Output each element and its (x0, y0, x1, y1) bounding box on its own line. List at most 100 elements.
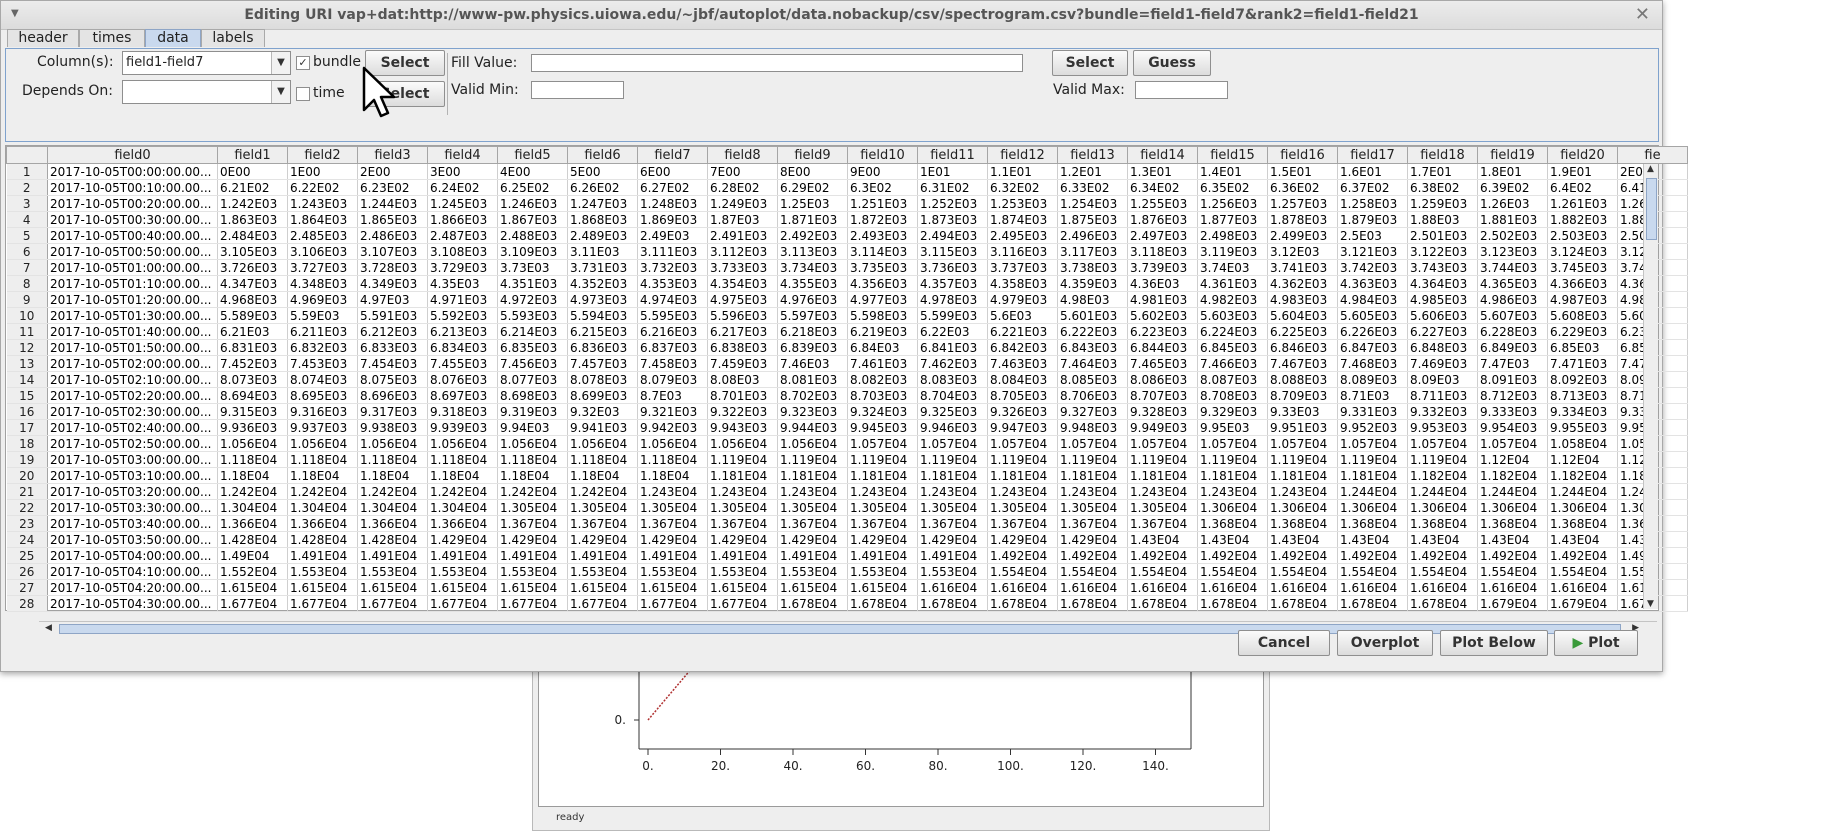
table-cell[interactable]: 1.554E04 (987, 563, 1058, 580)
table-cell[interactable]: 2.496E03 (1057, 227, 1128, 244)
table-row[interactable]: 14 2017-10-05T02:10:00.00... 8.073E03 8.074… (6, 371, 1688, 388)
table-cell[interactable]: 1.367E04 (707, 515, 778, 532)
table-cell[interactable]: 9.955E03 (1547, 419, 1618, 436)
table-cell[interactable]: 1.182E04 (1477, 467, 1548, 484)
table-cell[interactable]: 1.368E04 (1267, 515, 1338, 532)
table-cell[interactable]: 4.366E03 (1547, 275, 1618, 292)
table-cell[interactable]: 6.33E02 (1057, 179, 1128, 196)
table-cell[interactable]: 1.181E04 (1127, 467, 1198, 484)
table-cell[interactable]: 8.709E03 (1267, 387, 1338, 404)
table-cell[interactable]: 3.118E03 (1127, 243, 1198, 260)
table-cell[interactable]: 4.98E03 (1057, 291, 1128, 308)
table-cell[interactable]: 4.349E03 (357, 275, 428, 292)
table-cell[interactable]: 9.953E03 (1407, 419, 1478, 436)
table-cell[interactable]: 3.732E03 (637, 259, 708, 276)
table-cell[interactable]: 4.972E03 (497, 291, 568, 308)
table-cell[interactable]: 6.215E03 (567, 323, 638, 340)
table-cell[interactable]: 1.553E04 (567, 563, 638, 580)
table-row[interactable]: 26 2017-10-05T04:10:00.00... 1.552E04 1.553… (6, 563, 1688, 580)
table-cell[interactable]: 9.939E03 (427, 419, 498, 436)
table-cell[interactable]: 5.597E03 (777, 307, 848, 324)
table-cell[interactable]: 2017-10-05T03:10:00.00... (47, 467, 218, 484)
table-cell[interactable]: 2.498E03 (1197, 227, 1268, 244)
time-checkbox[interactable] (296, 87, 310, 101)
table-cell[interactable]: 3.737E03 (987, 259, 1058, 276)
table-cell[interactable]: 6.3E02 (847, 179, 918, 196)
table-cell[interactable]: 4.968E03 (217, 291, 288, 308)
table-cell[interactable]: 5.592E03 (427, 307, 498, 324)
table-cell[interactable]: 1.554E04 (1407, 563, 1478, 580)
table-cell[interactable]: 1.251E03 (847, 195, 918, 212)
table-cell[interactable]: 1.254E03 (1057, 195, 1128, 212)
table-cell[interactable]: 7.464E03 (1057, 355, 1128, 372)
table-cell[interactable]: 1.553E04 (427, 563, 498, 580)
table-row[interactable]: 1 2017-10-05T00:00:00.00... 0E00 1E00 2E00 3E… (6, 163, 1688, 180)
table-cell[interactable]: 4.352E03 (567, 275, 638, 292)
table-cell[interactable]: 1.677E04 (217, 595, 288, 612)
depends-on-combo[interactable]: ▼ (122, 80, 291, 104)
table-cell[interactable]: 1.616E04 (1197, 579, 1268, 596)
table-cell[interactable]: 1.305E04 (847, 499, 918, 516)
table-cell[interactable]: 2017-10-05T03:50:00.00... (47, 531, 218, 548)
table-cell[interactable]: 7.461E03 (847, 355, 918, 372)
table-cell[interactable]: 4.984E03 (1337, 291, 1408, 308)
table-cell[interactable]: 7.469E03 (1407, 355, 1478, 372)
table-row[interactable]: 10 2017-10-05T01:30:00.00... 5.589E03 5.59E… (6, 307, 1688, 324)
column-header-field5[interactable]: field5 (497, 146, 568, 164)
table-cell[interactable]: 1.554E04 (1477, 563, 1548, 580)
table-cell[interactable]: 1.491E04 (847, 547, 918, 564)
table-cell[interactable]: 9.319E03 (497, 403, 568, 420)
table-cell[interactable]: 8.702E03 (777, 387, 848, 404)
table-cell[interactable]: 1.367E04 (637, 515, 708, 532)
table-cell[interactable]: 3.11E03 (567, 243, 638, 260)
table-cell[interactable]: 8.698E03 (497, 387, 568, 404)
cancel-button[interactable]: Cancel (1238, 630, 1330, 656)
table-cell[interactable]: 3.115E03 (917, 243, 988, 260)
table-cell[interactable]: 1.428E04 (217, 531, 288, 548)
table-cell[interactable]: 4E00 (497, 163, 568, 180)
table-cell[interactable]: 5.589E03 (217, 307, 288, 324)
table-cell[interactable]: 1.615E04 (847, 579, 918, 596)
table-cell[interactable]: 6.228E03 (1477, 323, 1548, 340)
table-cell[interactable]: 1.554E04 (1337, 563, 1408, 580)
table-cell[interactable]: 1.366E04 (217, 515, 288, 532)
table-cell[interactable]: 1.257E03 (1267, 195, 1338, 212)
table-cell[interactable]: 9.328E03 (1127, 403, 1198, 420)
column-header-field2[interactable]: field2 (287, 146, 358, 164)
table-cell[interactable]: 9.32E03 (567, 403, 638, 420)
tab-header[interactable]: header (7, 29, 79, 47)
table-cell[interactable]: 6.224E03 (1197, 323, 1268, 340)
table-cell[interactable]: 9.943E03 (707, 419, 778, 436)
table-cell[interactable]: 6.221E03 (987, 323, 1058, 340)
table-cell[interactable]: 8.074E03 (287, 371, 358, 388)
table-cell[interactable]: 1.306E04 (1407, 499, 1478, 516)
table-cell[interactable]: 9.33E03 (1267, 403, 1338, 420)
table-cell[interactable]: 8.697E03 (427, 387, 498, 404)
table-cell[interactable]: 7.468E03 (1337, 355, 1408, 372)
table-cell[interactable]: 3.733E03 (707, 259, 778, 276)
table-cell[interactable]: 1.864E03 (287, 211, 358, 228)
table-cell[interactable]: 8.704E03 (917, 387, 988, 404)
table-cell[interactable]: 8.7E03 (637, 387, 708, 404)
table-cell[interactable]: 3.112E03 (707, 243, 778, 260)
table-cell[interactable]: 6.831E03 (217, 339, 288, 356)
table-cell[interactable]: 1.243E04 (1197, 483, 1268, 500)
table-cell[interactable]: 6.35E02 (1197, 179, 1268, 196)
table-cell[interactable]: 1.057E04 (1477, 435, 1548, 452)
table-cell[interactable]: 4.356E03 (847, 275, 918, 292)
table-cell[interactable]: 1.7E01 (1407, 163, 1478, 180)
table-cell[interactable]: 1.243E04 (1267, 483, 1338, 500)
table-cell[interactable]: 7.452E03 (217, 355, 288, 372)
table-cell[interactable]: 1.258E03 (1337, 195, 1408, 212)
table-cell[interactable]: 3.731E03 (567, 259, 638, 276)
table-cell[interactable]: 9.952E03 (1337, 419, 1408, 436)
column-header-field3[interactable]: field3 (357, 146, 428, 164)
table-cell[interactable]: 6.847E03 (1337, 339, 1408, 356)
table-cell[interactable]: 1.243E04 (1057, 483, 1128, 500)
table-cell[interactable]: 9.329E03 (1197, 403, 1268, 420)
table-cell[interactable]: 8.711E03 (1407, 387, 1478, 404)
table-cell[interactable]: 1.242E03 (217, 195, 288, 212)
table-cell[interactable]: 5.604E03 (1267, 307, 1338, 324)
column-header-field7[interactable]: field7 (637, 146, 708, 164)
table-cell[interactable]: 9.937E03 (287, 419, 358, 436)
